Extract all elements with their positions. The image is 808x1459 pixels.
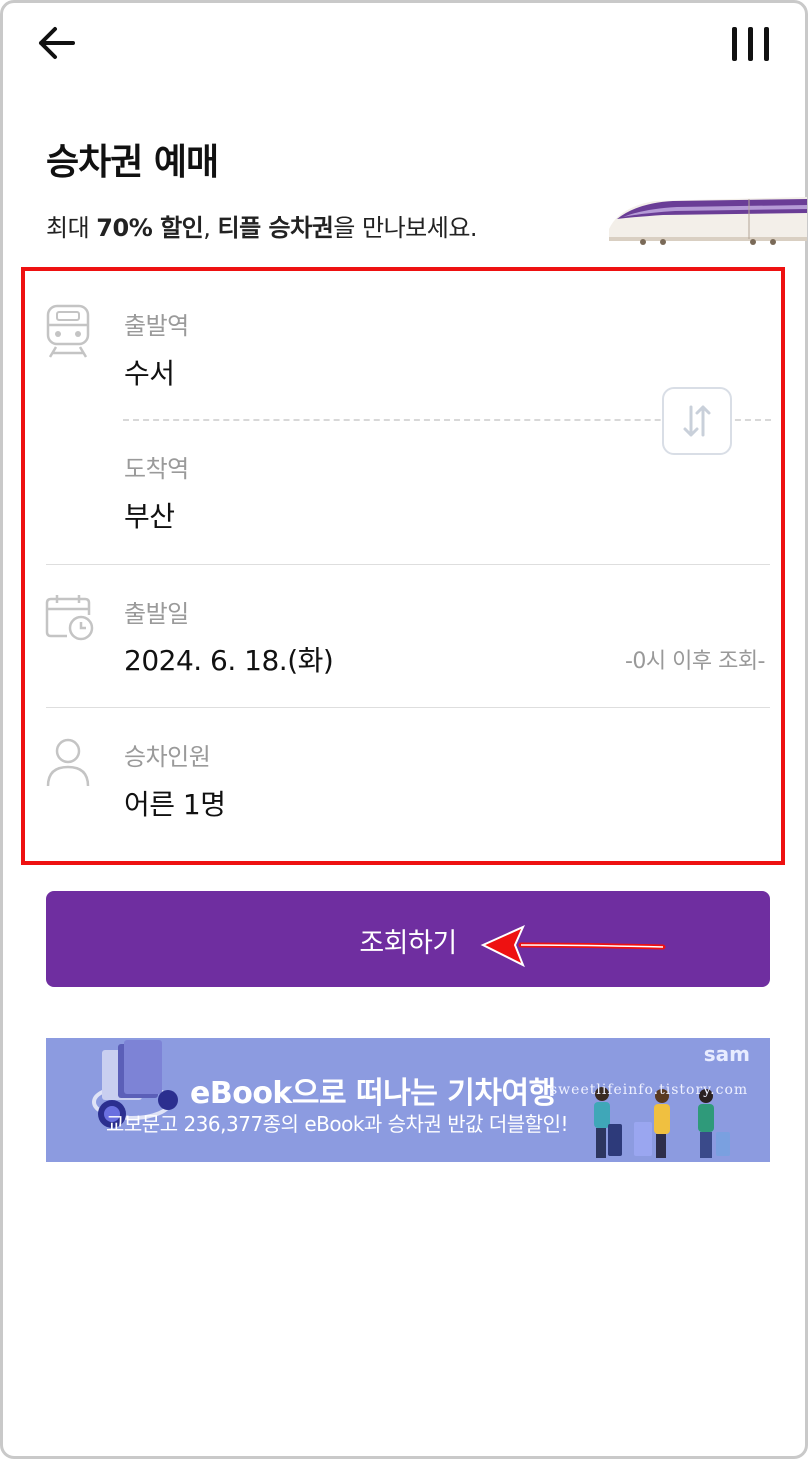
screen-frame: 승차권 예매 최대 70% 할인, 티플 승차권을 만나보세요. 출발역 수서 …: [0, 0, 808, 1459]
calendar-clock-icon: [45, 595, 94, 641]
passenger-count-field[interactable]: 어른 1명: [124, 783, 226, 823]
page-title: 승차권 예매: [46, 142, 219, 183]
swap-stations-button[interactable]: [662, 387, 732, 455]
page-subtitle: 최대 70% 할인, 티플 승차권을 만나보세요.: [46, 208, 478, 243]
menu-bar: [732, 27, 737, 61]
subtitle-text: 최대: [46, 214, 97, 242]
train-illustration: [609, 197, 807, 245]
date-label: 출발일: [124, 600, 189, 628]
section-divider: [46, 707, 770, 708]
red-arrow-annotation-icon: [480, 925, 666, 968]
swap-arrows-icon: [683, 405, 711, 437]
subtitle-highlight: 70% 할인: [96, 214, 204, 242]
banner-subtitle: 교보문고 236,377종의 eBook과 승차권 반값 더블할인!: [106, 1112, 569, 1136]
departure-date-field[interactable]: 2024. 6. 18.(화): [124, 639, 334, 679]
train-icon: [46, 304, 90, 358]
date-search-hint: -0시 이후 조회-: [624, 649, 766, 674]
banner-title: eBook으로 떠나는 기차여행: [190, 1076, 556, 1111]
menu-button[interactable]: [729, 25, 773, 65]
back-button[interactable]: [33, 21, 79, 67]
menu-bar: [764, 27, 769, 61]
arrival-station-field[interactable]: 부산: [124, 495, 175, 535]
subtitle-text: ,: [203, 214, 218, 242]
menu-bar: [748, 27, 753, 61]
passengers-label: 승차인원: [124, 743, 211, 771]
arrival-label: 도착역: [124, 455, 189, 483]
person-icon: [46, 738, 90, 787]
section-divider: [46, 564, 770, 565]
departure-station-field[interactable]: 수서: [124, 352, 175, 392]
banner-brand-logo: sam: [703, 1042, 750, 1066]
arrow-left-icon: [39, 27, 75, 59]
ebook-promo-banner[interactable]: sam eBook으로 떠나는 기차여행 교보문고 236,377종의 eBoo…: [46, 1038, 770, 1162]
subtitle-highlight: 티플 승차권: [217, 214, 334, 242]
subtitle-text: 을 만나보세요.: [333, 214, 478, 242]
departure-label: 출발역: [124, 312, 189, 340]
watermark-text: sweetlifeinfo.tistory.com: [550, 1082, 749, 1098]
